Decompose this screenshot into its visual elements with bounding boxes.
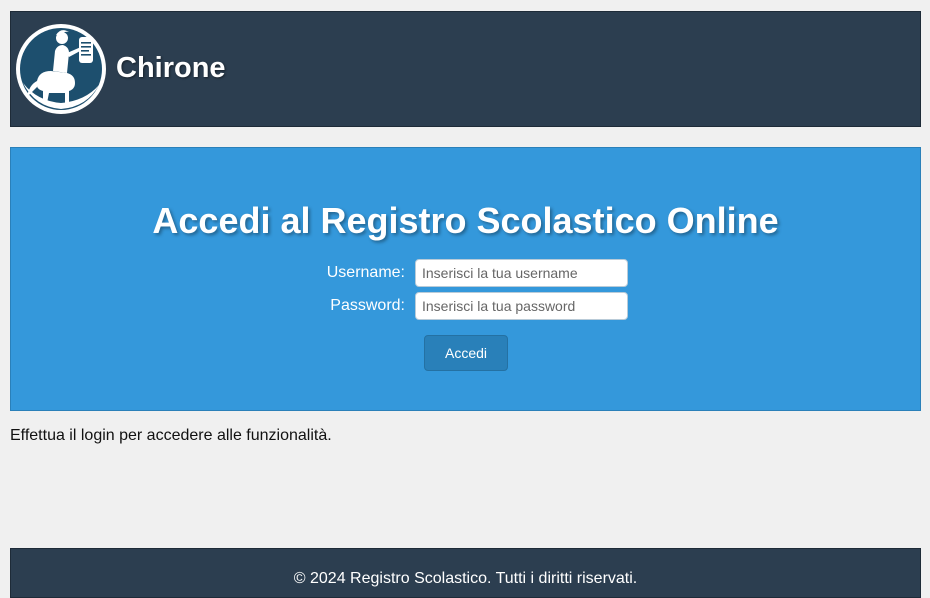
username-input[interactable]: [415, 259, 628, 287]
footer-copyright: © 2024 Registro Scolastico. Tutti i diri…: [293, 570, 638, 587]
site-brand: Chirone: [116, 52, 226, 84]
site-footer: © 2024 Registro Scolastico. Tutti i diri…: [10, 548, 921, 598]
centaur-logo-icon: [16, 24, 106, 114]
login-button[interactable]: Accedi: [424, 335, 508, 371]
username-row: Username:: [11, 259, 920, 287]
site-header: Chirone: [10, 11, 921, 127]
password-row: Password:: [11, 292, 920, 320]
login-message: Effettua il login per accedere alle funz…: [10, 427, 332, 444]
password-input[interactable]: [415, 292, 628, 320]
username-label: Username:: [326, 264, 405, 281]
password-label: Password:: [330, 297, 405, 314]
login-panel: Accedi al Registro Scolastico Online Use…: [10, 147, 921, 411]
login-title: Accedi al Registro Scolastico Online: [152, 200, 779, 241]
